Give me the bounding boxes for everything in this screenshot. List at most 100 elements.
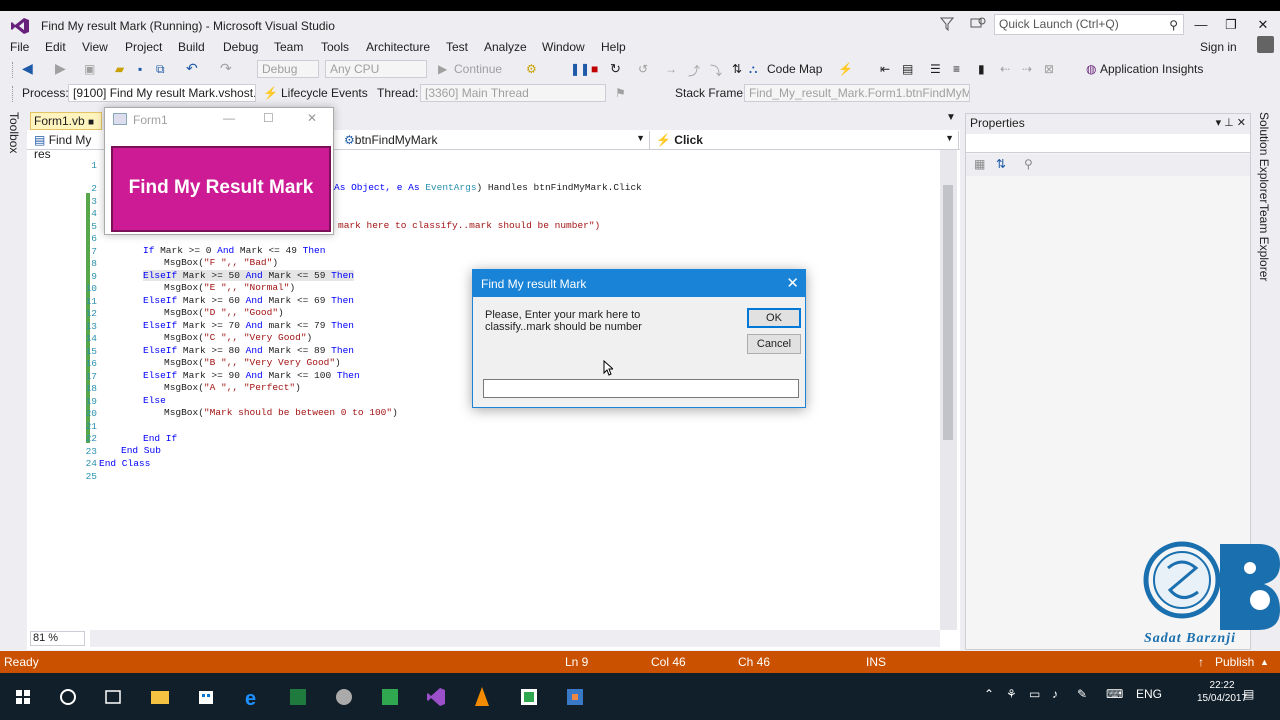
filter-icon[interactable]: [940, 17, 954, 31]
feedback-icon[interactable]: [970, 17, 986, 31]
menu-architecture[interactable]: Architecture: [366, 40, 430, 54]
step-over-icon[interactable]: ⤴: [688, 62, 700, 79]
event-select[interactable]: ⚡ Click ▼: [652, 131, 959, 149]
stop-icon[interactable]: ■: [591, 62, 598, 76]
code-map-button[interactable]: Code Map: [767, 62, 822, 76]
menu-project[interactable]: Project: [125, 40, 162, 54]
forward-icon[interactable]: ▶: [55, 60, 66, 77]
mark-input[interactable]: [483, 379, 799, 398]
show-next-statement-icon[interactable]: ↺: [638, 62, 648, 76]
pin-icon[interactable]: ■: [88, 117, 94, 128]
minimize-button[interactable]: —: [223, 111, 235, 125]
menu-analyze[interactable]: Analyze: [484, 40, 527, 54]
attach-icon[interactable]: ⚙: [526, 62, 537, 76]
minimize-button[interactable]: —: [1186, 15, 1216, 35]
back-icon[interactable]: ◀: [22, 60, 33, 77]
alphabetical-icon[interactable]: ⇅: [996, 157, 1006, 171]
undo-icon[interactable]: ↶: [186, 60, 198, 77]
scrollbar-thumb[interactable]: [943, 185, 953, 440]
flag-icon[interactable]: ⚑: [615, 86, 626, 100]
menu-edit[interactable]: Edit: [45, 40, 66, 54]
running-app-icon[interactable]: [560, 682, 590, 712]
next-bookmark-icon[interactable]: ⇢: [1022, 62, 1032, 76]
new-project-icon[interactable]: ▣: [84, 62, 95, 76]
publish-button[interactable]: Publish: [1215, 655, 1254, 669]
task-view-icon[interactable]: [98, 682, 128, 712]
stack-frame-select[interactable]: Find_My_result_Mark.Form1.btnFindMyM: [744, 84, 970, 102]
step-out-icon[interactable]: ⤵: [710, 62, 722, 79]
dialog-close-button[interactable]: ✕: [786, 274, 799, 292]
pause-icon[interactable]: ❚❚: [570, 62, 590, 76]
tab-team-explorer[interactable]: Team Explorer: [1257, 204, 1271, 281]
menu-tools[interactable]: Tools: [321, 40, 349, 54]
file-explorer-icon[interactable]: [145, 682, 175, 712]
tray-app-icon[interactable]: ⚘: [1006, 687, 1017, 701]
notification-icon[interactable]: ▤: [1243, 687, 1254, 701]
clear-bookmarks-icon[interactable]: ⊠: [1044, 62, 1054, 76]
close-button[interactable]: ✕: [1248, 15, 1278, 35]
menu-debug[interactable]: Debug: [223, 40, 258, 54]
categorized-icon[interactable]: ▦: [974, 157, 985, 171]
battery-icon[interactable]: ▭: [1029, 687, 1040, 701]
property-pages-icon[interactable]: ⚲: [1024, 157, 1033, 171]
step-into-icon[interactable]: →: [665, 62, 677, 76]
keyboard-icon[interactable]: ⌨: [1106, 687, 1123, 701]
quick-launch-input[interactable]: Quick Launch (Ctrl+Q) ⚲: [994, 14, 1184, 35]
store-icon[interactable]: [191, 682, 221, 712]
menu-help[interactable]: Help: [601, 40, 626, 54]
exception-icon[interactable]: ⚡: [838, 62, 853, 76]
thread-select[interactable]: [3360] Main Thread: [420, 84, 606, 102]
step-icon[interactable]: ⇅: [732, 62, 742, 76]
maximize-button[interactable]: ☐: [263, 111, 274, 125]
camtasia-icon[interactable]: [375, 682, 405, 712]
find-my-result-mark-button[interactable]: Find My Result Mark: [111, 146, 331, 232]
platform-select[interactable]: Any CPU: [325, 60, 427, 78]
indent-icon[interactable]: ▤: [902, 62, 913, 76]
avatar[interactable]: [1257, 36, 1274, 53]
language-indicator[interactable]: ENG: [1136, 687, 1162, 701]
comment-icon[interactable]: ☰: [930, 62, 941, 76]
continue-button[interactable]: Continue: [454, 62, 502, 76]
visual-studio-taskbar-icon[interactable]: [421, 682, 451, 712]
vlc-icon[interactable]: [467, 682, 497, 712]
network-tool-icon[interactable]: [329, 682, 359, 712]
tab-form1-vb[interactable]: Form1.vb ■: [30, 112, 102, 130]
toolbar-grip[interactable]: [12, 86, 16, 102]
tab-overflow-icon[interactable]: ▼: [946, 112, 956, 123]
volume-icon[interactable]: ♪: [1052, 687, 1058, 701]
tab-solution-explorer[interactable]: Solution Explorer: [1257, 112, 1271, 203]
menu-test[interactable]: Test: [446, 40, 468, 54]
bookmark-icon[interactable]: ▮: [978, 62, 985, 76]
format-icon[interactable]: ⇤: [880, 62, 890, 76]
menu-file[interactable]: File: [10, 40, 29, 54]
object-select[interactable]: ⚙btnFindMyMark ▼: [340, 131, 650, 149]
panel-controls-icon[interactable]: ▾ ⊥ ✕: [1216, 116, 1246, 129]
zoom-select[interactable]: 81 %: [30, 631, 85, 646]
sign-in-link[interactable]: Sign in: [1200, 40, 1237, 54]
lifecycle-events-button[interactable]: Lifecycle Events: [281, 86, 368, 100]
save-all-icon[interactable]: ⧉: [156, 62, 165, 77]
chevron-up-icon[interactable]: ⌃: [984, 687, 994, 701]
redo-icon[interactable]: ↷: [220, 60, 232, 77]
class-select[interactable]: ▤ Find My res: [30, 131, 106, 161]
clock[interactable]: 22:22 15/04/2017: [1197, 679, 1247, 705]
cortana-icon[interactable]: [53, 682, 83, 712]
chevron-up-icon[interactable]: ▲: [1260, 657, 1269, 667]
save-icon[interactable]: ▪: [138, 62, 142, 76]
windows-start-icon[interactable]: [8, 682, 38, 712]
application-insights-button[interactable]: Application Insights: [1100, 62, 1203, 76]
process-select[interactable]: [9100] Find My result Mark.vshost.: [68, 84, 256, 102]
uncomment-icon[interactable]: ≡: [953, 62, 960, 76]
menu-window[interactable]: Window: [542, 40, 585, 54]
toolbar-grip[interactable]: [12, 62, 16, 78]
camtasia-recorder-icon[interactable]: [514, 682, 544, 712]
menu-build[interactable]: Build: [178, 40, 205, 54]
ok-button[interactable]: OK: [747, 308, 801, 328]
menu-view[interactable]: View: [82, 40, 108, 54]
pen-icon[interactable]: ✎: [1077, 687, 1087, 701]
edge-icon[interactable]: e: [237, 682, 267, 712]
close-button[interactable]: ✕: [307, 111, 317, 125]
config-select[interactable]: Debug: [257, 60, 319, 78]
restore-button[interactable]: ❐: [1216, 15, 1246, 35]
editor-horizontal-scrollbar[interactable]: [90, 630, 940, 647]
